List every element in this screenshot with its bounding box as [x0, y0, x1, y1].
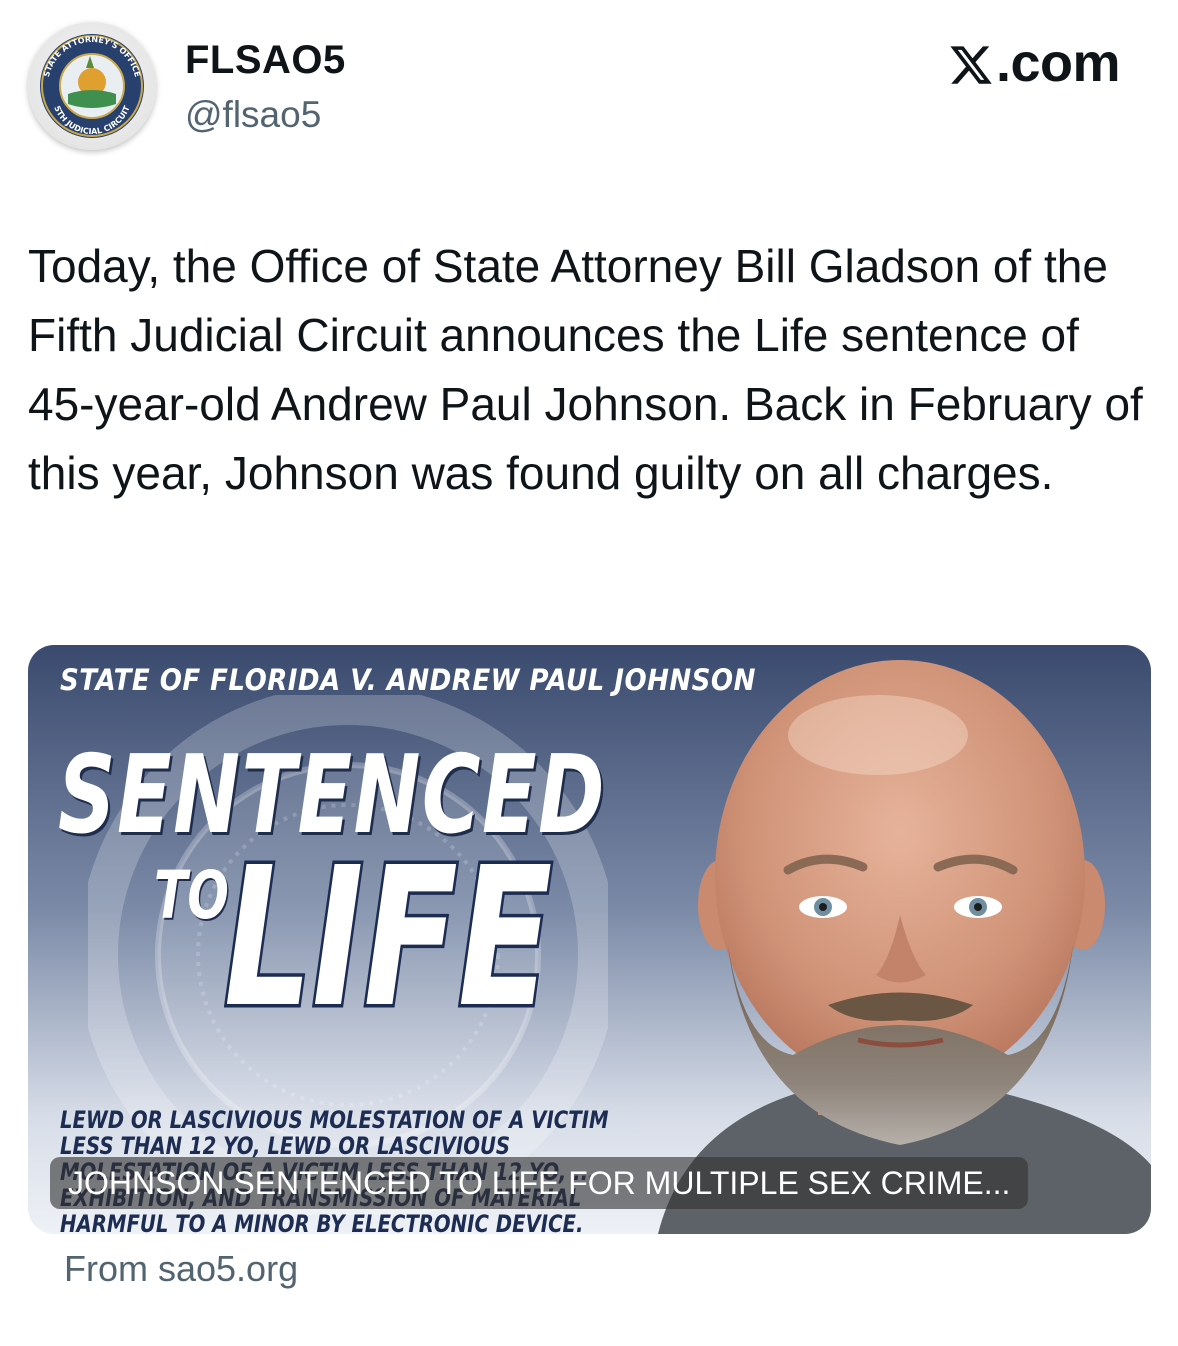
- card-caption: JOHNSON SENTENCED TO LIFE FOR MULTIPLE S…: [50, 1157, 1029, 1209]
- handle[interactable]: @flsao5: [185, 94, 321, 136]
- seal-icon: STATE ATTORNEY'S OFFICE 5TH JUDICIAL CIR…: [40, 34, 144, 138]
- card-source-link[interactable]: From sao5.org: [64, 1248, 298, 1290]
- mugshot-image: [658, 660, 1151, 1234]
- brand-suffix: .com: [995, 33, 1121, 93]
- display-name[interactable]: FLSAO5: [185, 38, 346, 83]
- x-logo-icon: [950, 46, 992, 84]
- x-brand: .com: [948, 32, 1121, 94]
- headline-to: TO: [154, 857, 229, 934]
- link-card[interactable]: STATE OF FLORIDA V. ANDREW PAUL JOHNSON …: [28, 645, 1151, 1234]
- avatar[interactable]: STATE ATTORNEY'S OFFICE 5TH JUDICIAL CIR…: [28, 22, 156, 150]
- tweet-text: Today, the Office of State Attorney Bill…: [28, 240, 1143, 499]
- headline-life: LIFE: [221, 827, 554, 1050]
